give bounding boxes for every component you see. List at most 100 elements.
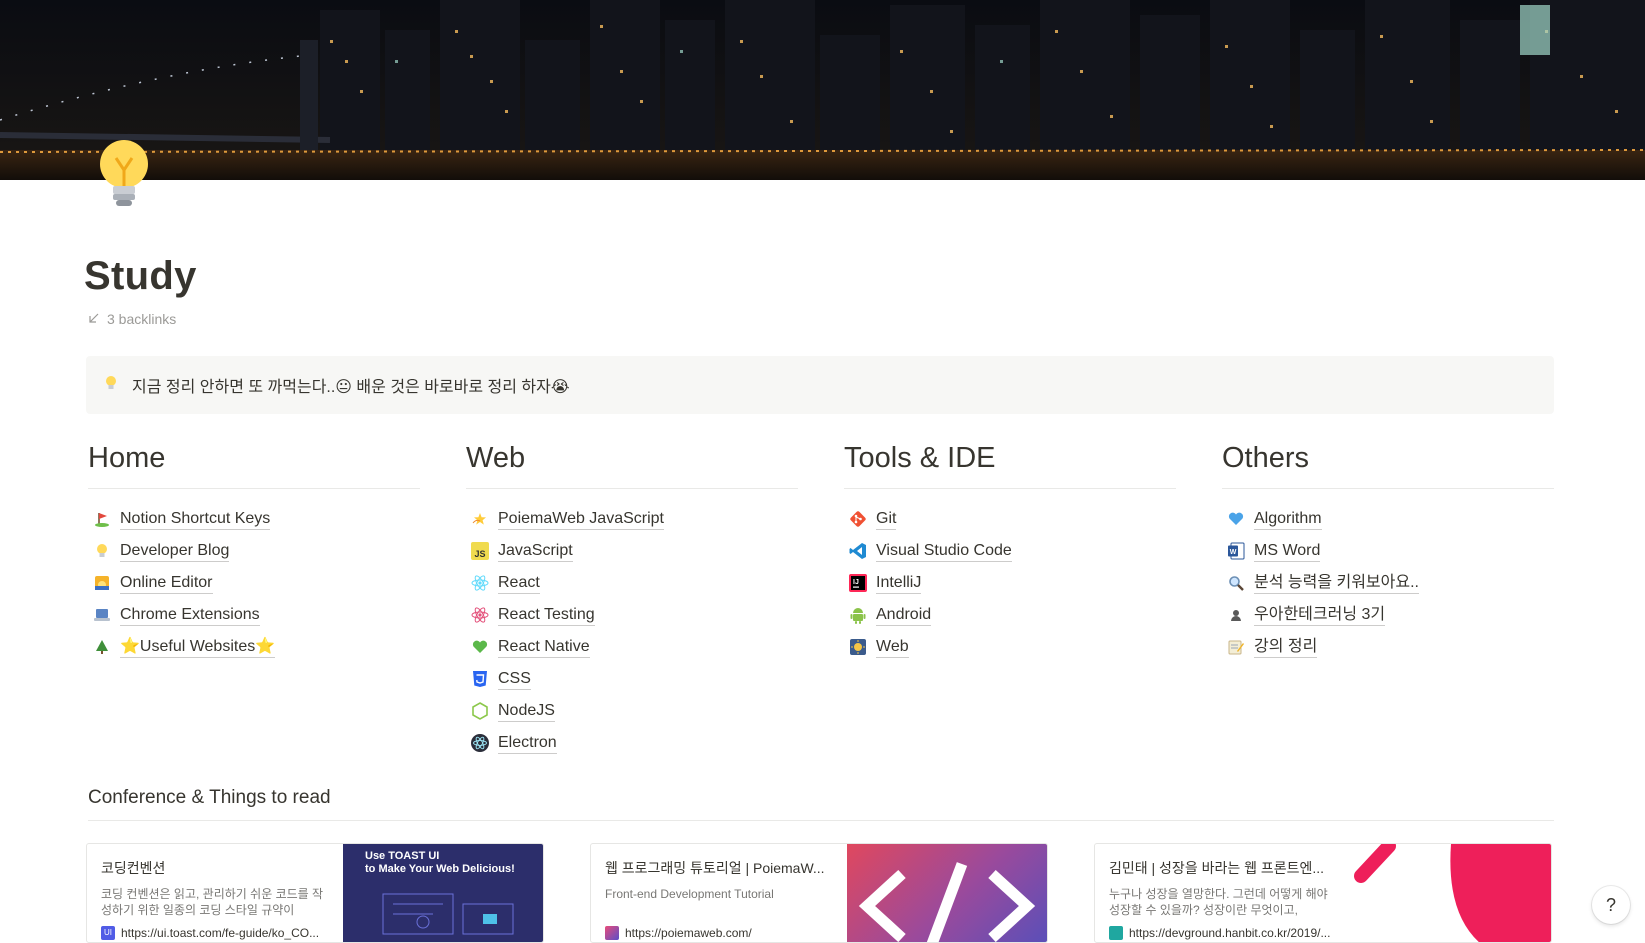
poiemaweb-favicon-icon <box>605 926 619 940</box>
page-link[interactable]: React <box>498 573 540 594</box>
column-home: Home Notion Shortcut Keys Developer Blog… <box>88 438 420 663</box>
blue-heart-icon <box>1226 509 1246 529</box>
git-icon <box>848 509 868 529</box>
dizzy-icon <box>470 509 490 529</box>
list-item[interactable]: Visual Studio Code <box>844 535 1176 567</box>
page-link[interactable]: MS Word <box>1254 541 1321 562</box>
bookmark-description: 누구나 성장을 열망한다. 그런데 어떻게 해야 성장할 수 있을까? 성장이란… <box>1109 887 1328 917</box>
column-others: Others Algorithm W MS Word 분석 능력을 키워보아요.… <box>1222 438 1554 663</box>
page-link[interactable]: 분석 능력을 키워보아요.. <box>1254 573 1419 594</box>
react-pink-icon <box>470 605 490 625</box>
page-link[interactable]: Notion Shortcut Keys <box>120 509 271 530</box>
android-icon <box>848 605 868 625</box>
page-link[interactable]: Git <box>876 509 897 530</box>
page-link[interactable]: 우아한테크러닝 3기 <box>1254 605 1386 626</box>
bookmark-card[interactable]: 김민태 | 성장을 바라는 웹 프론트엔... 누구나 성장을 열망한다. 그런… <box>1094 843 1552 943</box>
page-link[interactable]: NodeJS <box>498 701 555 722</box>
word-icon: W <box>1226 541 1246 561</box>
bookmark-description: 코딩 컨벤션은 읽고, 관리하기 쉬운 코드를 작성하기 위한 일종의 코딩 스… <box>101 887 324 917</box>
page-link[interactable]: 강의 정리 <box>1254 637 1318 658</box>
bookmark-thumbnail <box>1351 844 1551 942</box>
column-tools-ide: Tools & IDE Git Visual Studio Code IJ In… <box>844 438 1176 663</box>
list-item[interactable]: React Native <box>466 631 798 663</box>
page-link[interactable]: Android <box>876 605 932 626</box>
backlinks-link[interactable]: 3 backlinks <box>88 311 176 327</box>
list-item[interactable]: IJ IntelliJ <box>844 567 1176 599</box>
list-item[interactable]: Chrome Extensions <box>88 599 420 631</box>
list-item[interactable]: ⭐Useful Websites⭐ <box>88 631 420 663</box>
tree-icon <box>92 637 112 657</box>
green-heart-icon <box>470 637 490 657</box>
css-icon <box>470 669 490 689</box>
page-link[interactable]: Web <box>876 637 909 658</box>
page-link[interactable]: Visual Studio Code <box>876 541 1012 562</box>
column-web: Web PoiemaWeb JavaScript JS JavaScript R… <box>466 438 798 759</box>
bookmark-thumbnail <box>847 844 1047 942</box>
column-heading: Web <box>466 438 798 489</box>
electron-icon <box>470 733 490 753</box>
bookmark-card[interactable]: 웹 프로그래밍 튜토리얼 | PoiemaW... Front-end Deve… <box>590 843 1048 943</box>
laptop-icon <box>92 605 112 625</box>
page-link[interactable]: Algorithm <box>1254 509 1322 530</box>
list-item[interactable]: Algorithm <box>1222 503 1554 535</box>
golf-icon <box>92 509 112 529</box>
list-item[interactable]: React Testing <box>466 599 798 631</box>
code-brackets-icon <box>858 862 1036 942</box>
page-link[interactable]: Developer Blog <box>120 541 230 562</box>
list-item[interactable]: 분석 능력을 키워보아요.. <box>1222 567 1554 599</box>
page-link[interactable]: Chrome Extensions <box>120 605 260 626</box>
help-button[interactable]: ? <box>1592 886 1630 924</box>
sunrise-icon <box>92 573 112 593</box>
list-item[interactable]: Web <box>844 631 1176 663</box>
page-link[interactable]: CSS <box>498 669 531 690</box>
list-item[interactable]: 강의 정리 <box>1222 631 1554 663</box>
conference-heading: Conference & Things to read <box>88 784 1554 821</box>
page-link[interactable]: ⭐Useful Websites⭐ <box>120 637 276 658</box>
svg-text:JS: JS <box>474 549 485 559</box>
bookmark-url: https://devground.hanbit.co.kr/2019/... <box>1109 926 1337 940</box>
lightbulb-icon <box>104 375 118 396</box>
react-icon <box>470 573 490 593</box>
backlinks-label: 3 backlinks <box>107 311 177 327</box>
backlink-arrow-icon <box>88 311 100 327</box>
bookmark-title: 웹 프로그래밍 튜토리얼 | PoiemaW... <box>605 860 825 876</box>
list-item[interactable]: Developer Blog <box>88 535 420 567</box>
intellij-icon: IJ <box>848 573 868 593</box>
list-item[interactable]: 우아한테크러닝 3기 <box>1222 599 1554 631</box>
svg-text:IJ: IJ <box>853 579 859 586</box>
bookmark-title: 김민태 | 성장을 바라는 웹 프론트엔... <box>1109 860 1325 876</box>
list-item[interactable]: Android <box>844 599 1176 631</box>
cover-image <box>0 0 1645 180</box>
page-link[interactable]: IntelliJ <box>876 573 922 594</box>
page-link[interactable]: React Native <box>498 637 590 658</box>
page-link[interactable]: PoiemaWeb JavaScript <box>498 509 664 530</box>
page-link[interactable]: Electron <box>498 733 557 754</box>
js-icon: JS <box>470 541 490 561</box>
bookmark-url: UI https://ui.toast.com/fe-guide/ko_CO..… <box>101 926 329 940</box>
dashboard-illustration-icon <box>382 893 514 935</box>
bookmark-card[interactable]: 코딩컨벤션 코딩 컨벤션은 읽고, 관리하기 쉬운 코드를 작성하기 위한 일종… <box>86 843 544 943</box>
list-item[interactable]: W MS Word <box>1222 535 1554 567</box>
page-title[interactable]: Study <box>84 254 197 299</box>
abstract-shapes-icon <box>1354 844 1551 942</box>
bookmark-url: https://poiemaweb.com/ <box>605 926 833 940</box>
callout-block[interactable]: 지금 정리 안하면 또 까먹는다..😐 배운 것은 바로바로 정리 하자😭 <box>86 356 1554 414</box>
list-item[interactable]: Notion Shortcut Keys <box>88 503 420 535</box>
list-item[interactable]: Online Editor <box>88 567 420 599</box>
lightbulb-icon <box>92 541 112 561</box>
list-item[interactable]: NodeJS <box>466 695 798 727</box>
list-item[interactable]: PoiemaWeb JavaScript <box>466 503 798 535</box>
bookmark-thumbnail: Use TOAST UI to Make Your Web Delicious! <box>343 844 543 942</box>
vscode-icon <box>848 541 868 561</box>
list-item[interactable]: CSS <box>466 663 798 695</box>
list-item[interactable]: React <box>466 567 798 599</box>
column-heading: Home <box>88 438 420 489</box>
bust-icon <box>1226 605 1246 625</box>
page-link[interactable]: React Testing <box>498 605 595 626</box>
page-link[interactable]: Online Editor <box>120 573 213 594</box>
page-link[interactable]: JavaScript <box>498 541 573 562</box>
lightbulb-page-icon[interactable] <box>96 136 158 216</box>
list-item[interactable]: Electron <box>466 727 798 759</box>
list-item[interactable]: Git <box>844 503 1176 535</box>
list-item[interactable]: JS JavaScript <box>466 535 798 567</box>
